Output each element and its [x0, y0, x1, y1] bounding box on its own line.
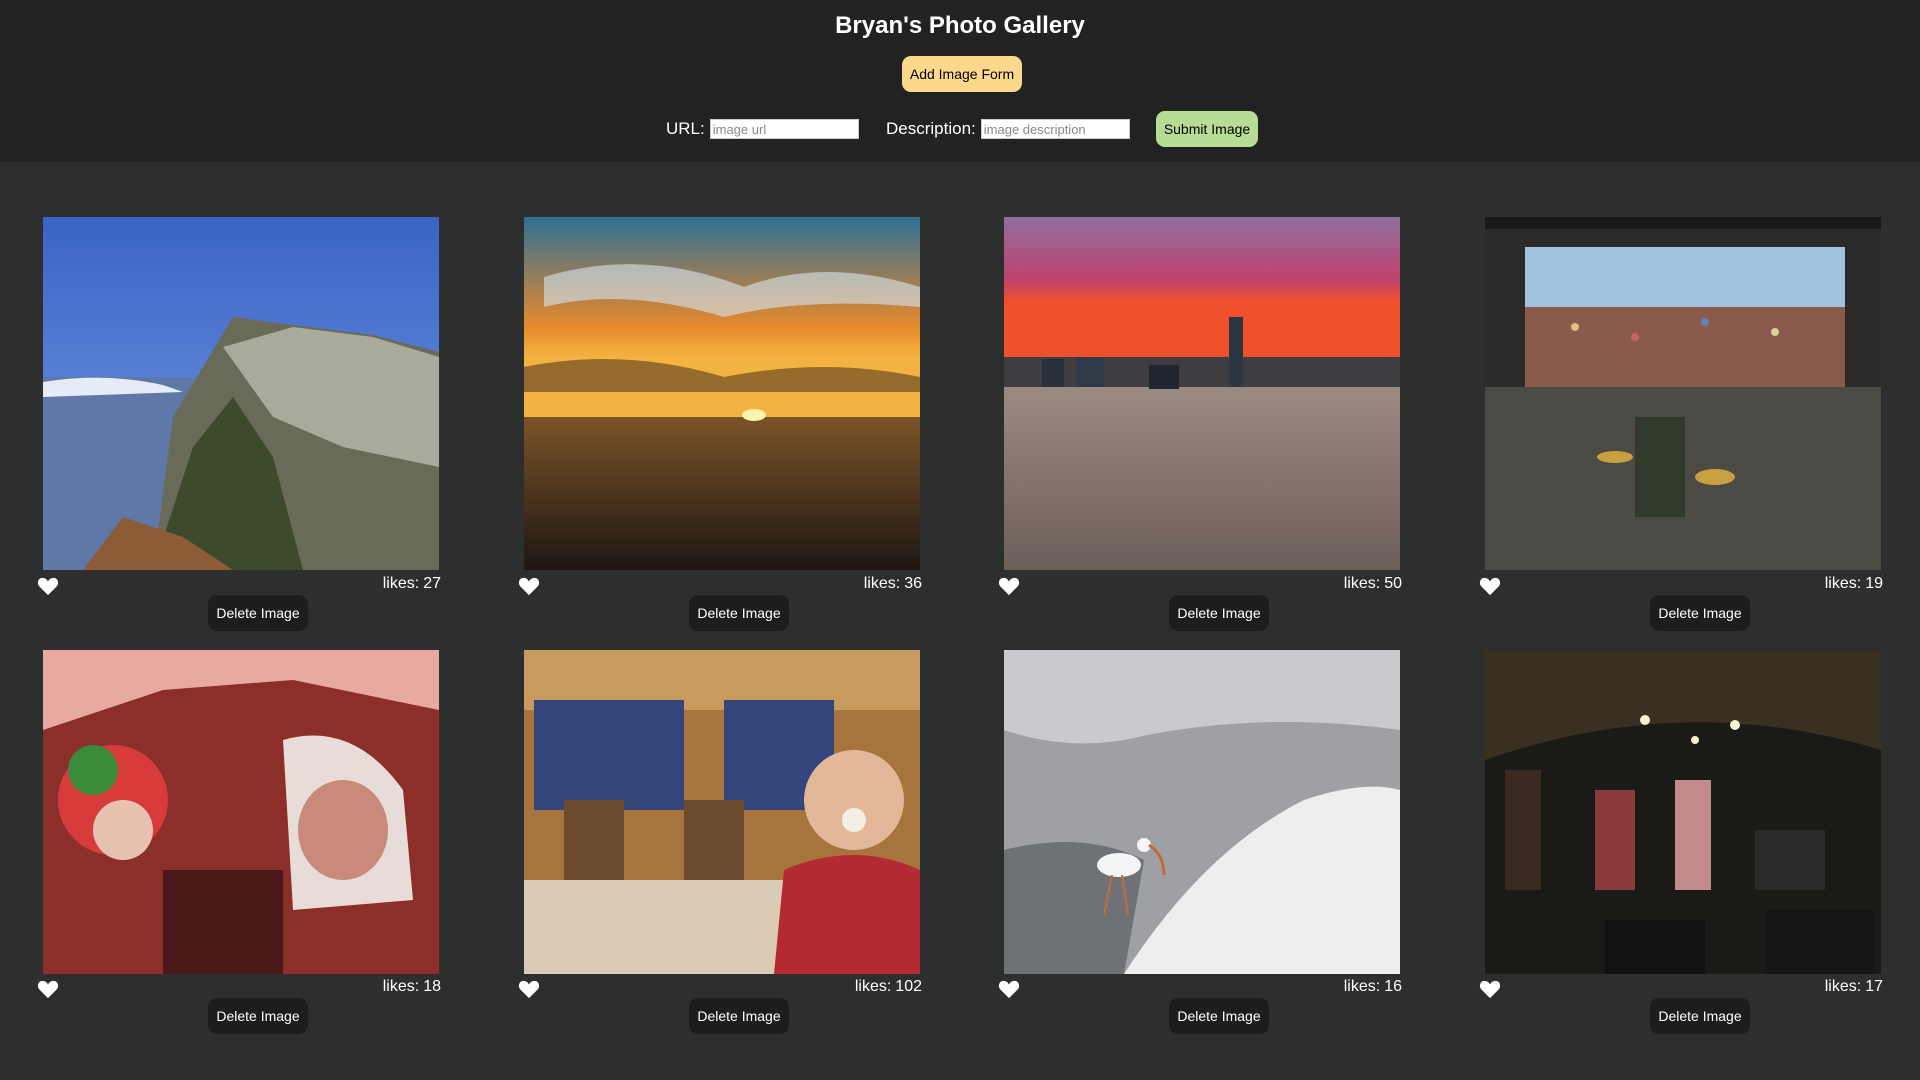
delete-image-button[interactable]: Delete Image	[1169, 595, 1269, 631]
image-card-2: likes: 36 Delete Image	[516, 217, 922, 631]
likes-count: likes: 18	[382, 978, 441, 995]
add-image-form-button[interactable]: Add Image Form	[902, 56, 1022, 92]
image-card-1: likes: 27 Delete Image	[35, 217, 441, 631]
heart-icon[interactable]	[1479, 979, 1501, 999]
gallery-photo-toddler	[524, 650, 920, 974]
url-input[interactable]	[709, 119, 859, 139]
url-label: URL:	[666, 119, 705, 138]
gallery-photo-hilltop-sunset	[1004, 217, 1400, 570]
likes-count: likes: 17	[1824, 978, 1883, 995]
gallery-photo-ibis-beach	[1004, 650, 1400, 974]
delete-image-button[interactable]: Delete Image	[208, 595, 308, 631]
gallery-photo-costumes	[43, 650, 439, 974]
image-card-6: likes: 102 Delete Image	[516, 650, 922, 1034]
delete-image-button[interactable]: Delete Image	[689, 595, 789, 631]
image-card-7: likes: 16 Delete Image	[996, 650, 1402, 1034]
delete-image-button[interactable]: Delete Image	[1650, 595, 1750, 631]
page-title: Bryan's Photo Gallery	[835, 12, 1085, 39]
heart-icon[interactable]	[518, 576, 540, 596]
heart-icon[interactable]	[37, 576, 59, 596]
likes-count: likes: 36	[863, 575, 922, 592]
gallery-photo-festival-stage	[1485, 217, 1881, 570]
url-field-group: URL:	[666, 111, 859, 147]
heart-icon[interactable]	[998, 979, 1020, 999]
likes-count: likes: 102	[854, 978, 922, 995]
description-input[interactable]	[980, 119, 1130, 139]
description-field-group: Description:	[886, 111, 1130, 147]
delete-image-button[interactable]: Delete Image	[689, 998, 789, 1034]
image-card-3: likes: 50 Delete Image	[996, 217, 1402, 631]
image-card-5: likes: 18 Delete Image	[35, 650, 441, 1034]
heart-icon[interactable]	[37, 979, 59, 999]
likes-count: likes: 16	[1343, 978, 1402, 995]
heart-icon[interactable]	[998, 576, 1020, 596]
likes-count: likes: 50	[1343, 575, 1402, 592]
likes-count: likes: 19	[1824, 575, 1883, 592]
heart-icon[interactable]	[518, 979, 540, 999]
delete-image-button[interactable]: Delete Image	[1650, 998, 1750, 1034]
submit-image-button[interactable]: Submit Image	[1156, 111, 1258, 147]
gallery-photo-concert	[1485, 650, 1881, 974]
description-label: Description:	[886, 119, 976, 138]
header: Bryan's Photo Gallery Add Image Form URL…	[0, 0, 1920, 162]
gallery-photo-ocean-sunset	[524, 217, 920, 570]
image-card-8: likes: 17 Delete Image	[1477, 650, 1883, 1034]
likes-count: likes: 27	[382, 575, 441, 592]
heart-icon[interactable]	[1479, 576, 1501, 596]
delete-image-button[interactable]: Delete Image	[208, 998, 308, 1034]
delete-image-button[interactable]: Delete Image	[1169, 998, 1269, 1034]
gallery-photo-mountain	[43, 217, 439, 570]
image-card-4: likes: 19 Delete Image	[1477, 217, 1883, 631]
